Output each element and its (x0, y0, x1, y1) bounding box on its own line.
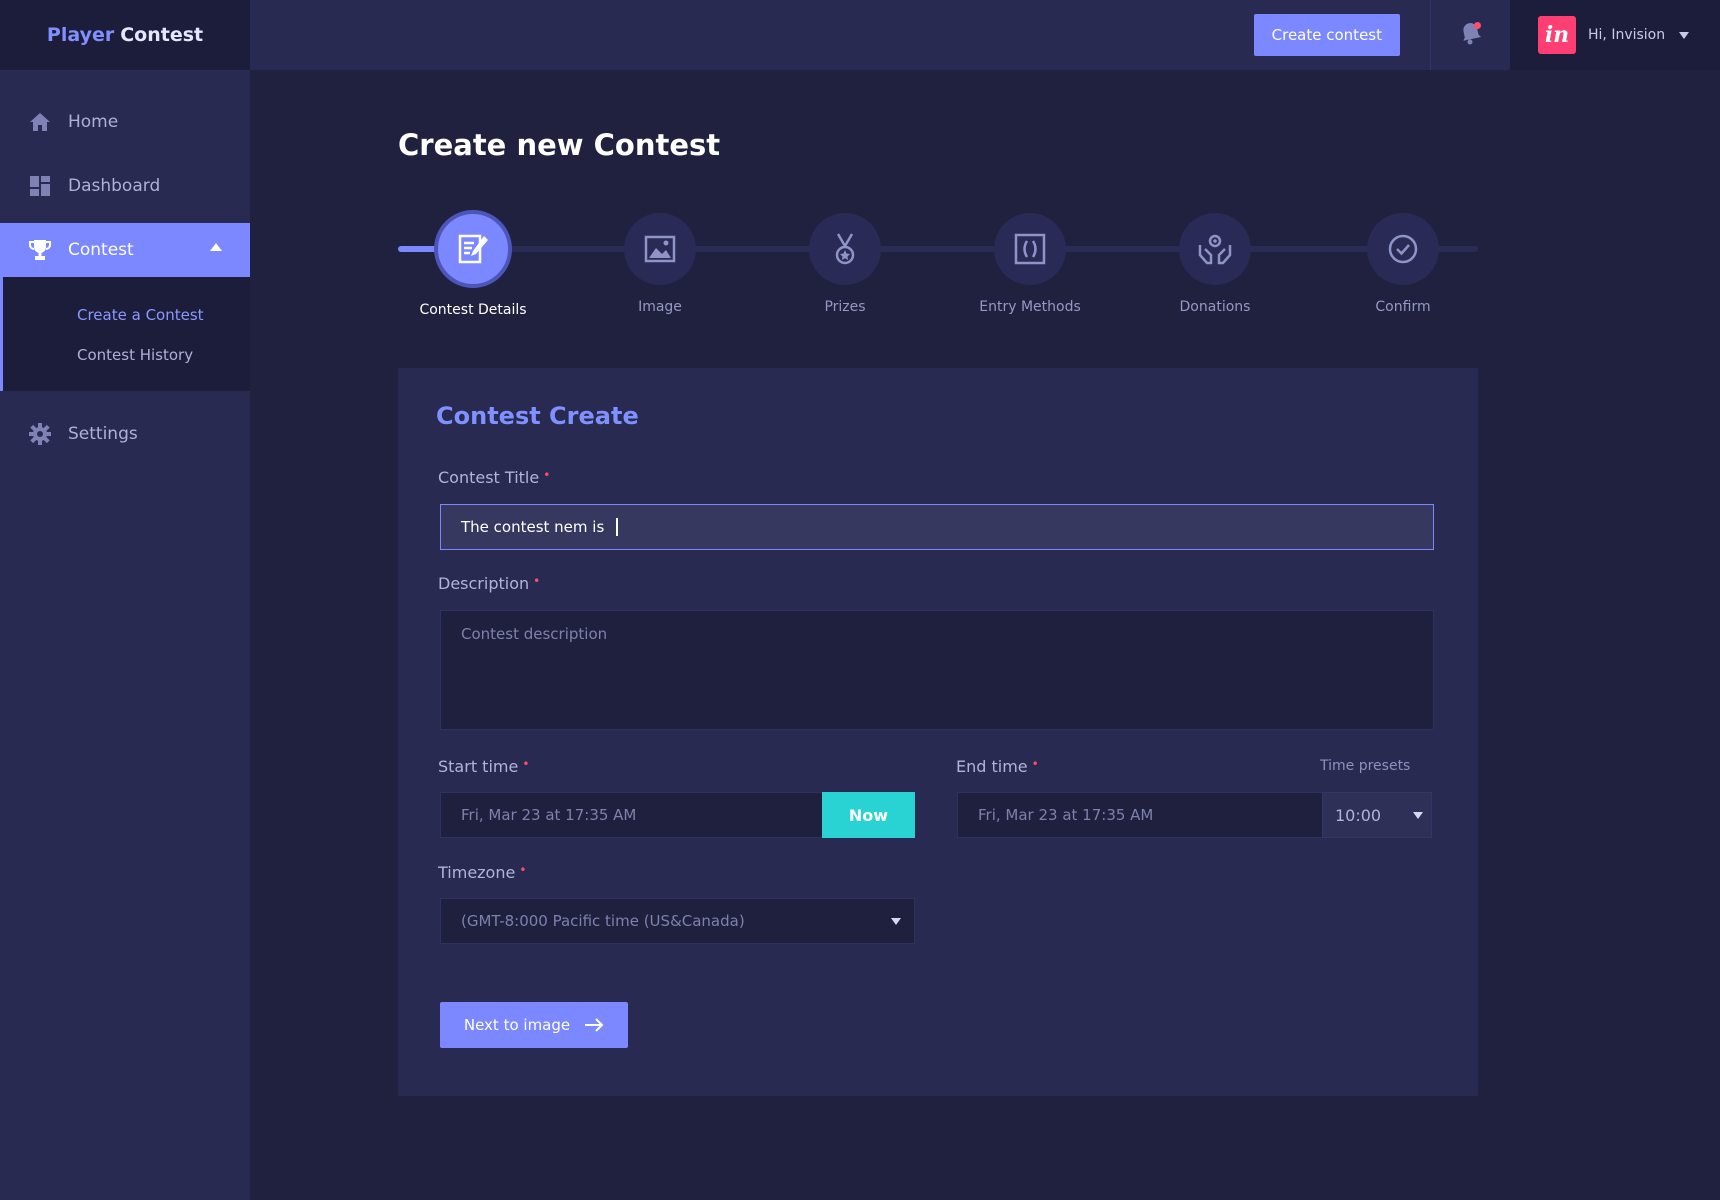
contest-title-input[interactable]: The contest nem is (440, 504, 1434, 550)
step-contest-details[interactable]: Contest Details (403, 208, 543, 318)
description-label: Description • (438, 574, 540, 593)
next-to-image-button[interactable]: Next to image (440, 1002, 628, 1048)
top-bar: Create contest in Hi, Invision (250, 0, 1720, 70)
start-time-input[interactable]: Fri, Mar 23 at 17:35 AM (440, 792, 824, 838)
user-greeting: Hi, Invision (1588, 27, 1666, 43)
input-value: Fri, Mar 23 at 17:35 AM (978, 806, 1154, 824)
required-marker: • (1031, 757, 1039, 771)
card-title: Contest Create (436, 402, 639, 430)
contest-form-card: Contest Create Contest Title • The contes… (398, 368, 1478, 1096)
label-text: Start time (438, 757, 519, 776)
entry-icon (994, 213, 1066, 285)
brand-part1: Player (46, 24, 115, 46)
step-prizes[interactable]: Prizes (775, 208, 915, 315)
label-text: Contest Title (438, 468, 540, 487)
textarea-placeholder: Contest description (461, 625, 608, 643)
label-text: End time (956, 757, 1028, 776)
end-time-label: End time • (956, 757, 1039, 776)
input-value: Fri, Mar 23 at 17:35 AM (461, 806, 637, 824)
progress-stepper: Contest Details Image Prizes Entry Metho… (398, 208, 1478, 318)
notifications-button[interactable] (1430, 0, 1510, 70)
time-preset-select[interactable]: 10:00 (1322, 792, 1432, 838)
label-text: Description (438, 574, 530, 593)
trophy-icon (28, 238, 52, 262)
required-marker: • (519, 863, 527, 877)
required-marker: • (543, 468, 551, 482)
sidebar-item-home[interactable]: Home (0, 95, 250, 149)
brand-logo[interactable]: Player Contest (0, 0, 250, 70)
submenu-create-contest[interactable]: Create a Contest (3, 295, 250, 335)
step-label: Confirm (1375, 299, 1431, 315)
stepper-track (398, 246, 1478, 252)
input-value: The contest nem is (461, 518, 605, 536)
sidebar-item-contest[interactable]: Contest (0, 223, 250, 277)
sidebar-item-label: Settings (68, 424, 138, 444)
step-label: Contest Details (419, 302, 527, 318)
sidebar-item-settings[interactable]: Settings (0, 407, 250, 461)
step-image[interactable]: Image (590, 208, 730, 315)
timezone-select[interactable]: (GMT-8:000 Pacific time (US&Canada) (440, 898, 915, 944)
donation-hands-icon (1179, 213, 1251, 285)
step-confirm[interactable]: Confirm (1333, 208, 1473, 315)
chevron-down-icon (1413, 812, 1423, 819)
dashboard-icon (28, 174, 52, 198)
step-label: Donations (1179, 299, 1251, 315)
brand-part2: Contest (120, 24, 204, 46)
arrow-right-icon (584, 1018, 604, 1032)
submenu-contest-history[interactable]: Contest History (3, 335, 250, 375)
sidebar-nav: Home Dashboard Contest Create a Contest … (0, 70, 250, 461)
avatar: in (1538, 16, 1576, 54)
gear-icon (28, 422, 52, 446)
step-entry-methods[interactable]: Entry Methods (960, 208, 1100, 315)
home-icon (28, 110, 52, 134)
timezone-label: Timezone • (438, 863, 526, 882)
end-time-input[interactable]: Fri, Mar 23 at 17:35 AM (957, 792, 1323, 838)
chevron-down-icon (1679, 31, 1690, 39)
medal-icon (809, 213, 881, 285)
time-presets-label: Time presets (1320, 758, 1411, 774)
image-icon (624, 213, 696, 285)
check-circle-icon (1367, 213, 1439, 285)
select-value: 10:00 (1335, 805, 1382, 825)
description-textarea[interactable]: Contest description (440, 610, 1434, 730)
now-button[interactable]: Now (822, 792, 915, 838)
required-marker: • (533, 574, 541, 588)
user-menu[interactable]: in Hi, Invision (1510, 0, 1720, 70)
contest-submenu: Create a Contest Contest History (0, 277, 250, 391)
chevron-down-icon (891, 918, 901, 925)
page-title: Create new Contest (398, 128, 721, 162)
required-marker: • (522, 757, 530, 771)
notification-badge (1474, 22, 1481, 29)
button-label: Next to image (463, 1016, 571, 1034)
sidebar-item-dashboard[interactable]: Dashboard (0, 159, 250, 213)
step-label: Prizes (824, 299, 866, 315)
text-cursor (616, 518, 619, 536)
step-label: Entry Methods (979, 299, 1081, 315)
step-label: Image (638, 299, 682, 315)
select-value: (GMT-8:000 Pacific time (US&Canada) (461, 912, 745, 930)
sidebar-item-label: Contest (68, 240, 134, 260)
chevron-up-icon (210, 243, 222, 251)
sidebar-item-label: Home (68, 112, 119, 132)
contest-title-label: Contest Title • (438, 468, 550, 487)
label-text: Timezone (438, 863, 516, 882)
start-time-label: Start time • (438, 757, 529, 776)
sidebar: Player Contest Home Dashboard Contest Cr… (0, 0, 250, 1200)
sidebar-item-label: Dashboard (68, 176, 161, 196)
edit-document-icon (434, 210, 512, 288)
create-contest-button[interactable]: Create contest (1253, 14, 1400, 56)
step-donations[interactable]: Donations (1145, 208, 1285, 315)
